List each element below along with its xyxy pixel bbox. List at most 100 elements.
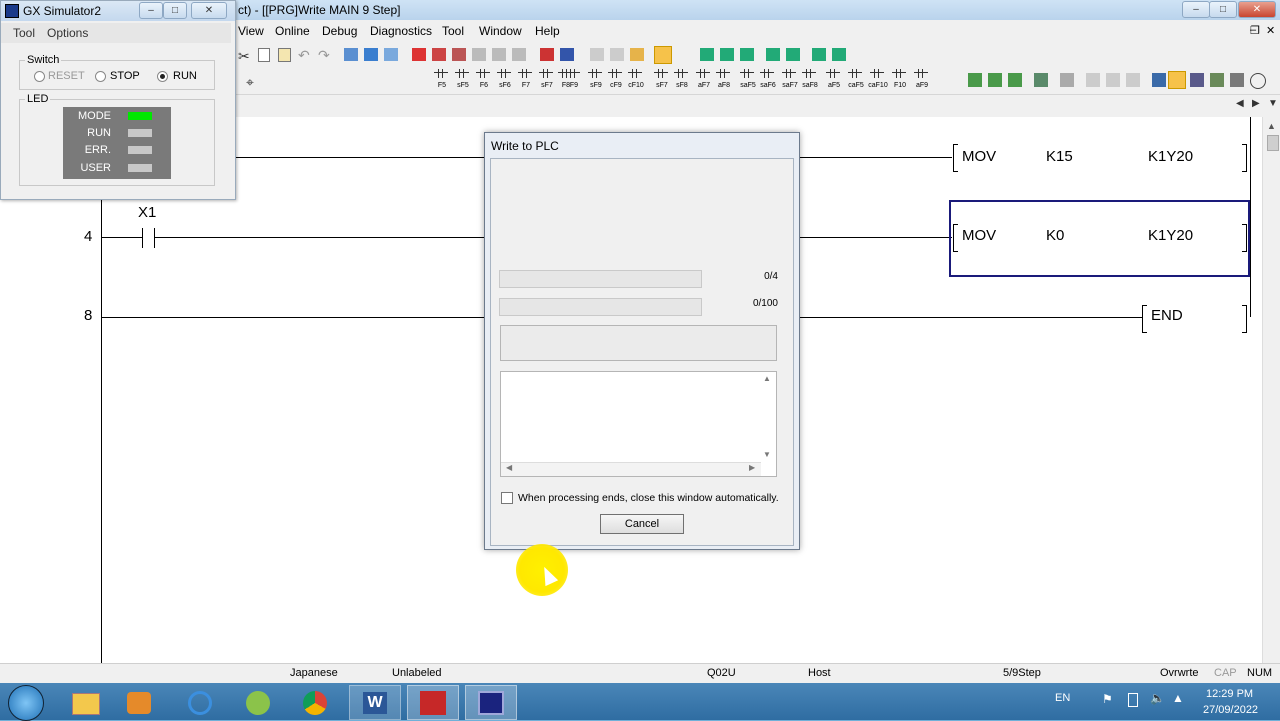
scroll-thumb[interactable] bbox=[1267, 135, 1279, 151]
instruction-src[interactable]: K15 bbox=[1046, 148, 1073, 165]
fkey-button[interactable]: caF10 bbox=[868, 69, 888, 92]
clock-time[interactable]: 12:29 PM bbox=[1206, 688, 1253, 700]
fkey-button[interactable]: saF7 bbox=[780, 69, 798, 92]
fkey-button[interactable]: F9 bbox=[564, 69, 582, 92]
log-scroll-up-icon[interactable]: ▲ bbox=[763, 374, 771, 383]
auto-close-checkbox[interactable] bbox=[501, 492, 513, 504]
taskbar-simulator[interactable] bbox=[465, 685, 517, 720]
ladder-tool-3-icon[interactable] bbox=[740, 48, 754, 61]
stop-radio[interactable] bbox=[95, 71, 106, 82]
fkey-button[interactable]: F10 bbox=[890, 69, 908, 92]
contact-label[interactable]: X1 bbox=[138, 204, 156, 221]
monitor-stop-icon[interactable] bbox=[560, 48, 574, 61]
statement-icon[interactable] bbox=[1060, 73, 1074, 87]
menu-view[interactable]: View bbox=[238, 24, 264, 38]
taskbar-gxworks[interactable] bbox=[407, 685, 459, 720]
contact-symbol[interactable] bbox=[142, 228, 143, 248]
simulator-menu-tool[interactable]: Tool bbox=[13, 26, 35, 40]
start-button[interactable] bbox=[8, 685, 44, 721]
compile-all-icon[interactable] bbox=[988, 73, 1002, 87]
plc-data-icon[interactable] bbox=[512, 48, 526, 61]
simulator-menu-options[interactable]: Options bbox=[47, 26, 88, 40]
taskbar-word[interactable]: W bbox=[349, 685, 401, 720]
mdi-close-button[interactable]: ✕ bbox=[1266, 24, 1275, 37]
flag-icon[interactable]: ⚑ bbox=[1102, 692, 1113, 706]
instruction-src[interactable]: K0 bbox=[1046, 227, 1064, 244]
zoom-out-icon[interactable] bbox=[1126, 73, 1140, 87]
simulator-close-button[interactable]: ✕ bbox=[191, 2, 227, 19]
ladder-tool-icon[interactable] bbox=[700, 48, 714, 61]
instruction-op[interactable]: MOV bbox=[962, 148, 996, 165]
tab-list-icon[interactable]: ▼ bbox=[1268, 98, 1278, 109]
fkey-button[interactable]: sF8 bbox=[672, 69, 690, 92]
search-icon[interactable] bbox=[1190, 73, 1204, 87]
log-scroll-down-icon[interactable]: ▼ bbox=[763, 450, 771, 459]
taskbar-ie[interactable] bbox=[176, 685, 226, 718]
magnifier-icon[interactable] bbox=[1250, 73, 1266, 89]
run-radio[interactable] bbox=[157, 71, 168, 82]
cancel-button[interactable]: Cancel bbox=[600, 514, 684, 534]
taskbar-chrome[interactable] bbox=[291, 685, 341, 718]
tab-scroll-left-icon[interactable]: ◀ bbox=[1236, 98, 1244, 109]
menu-debug[interactable]: Debug bbox=[322, 24, 357, 38]
taskbar-explorer[interactable] bbox=[60, 685, 110, 718]
menu-window[interactable]: Window bbox=[479, 24, 522, 38]
display-active-icon[interactable] bbox=[1168, 71, 1186, 89]
volume-icon[interactable]: 🔈 bbox=[1150, 691, 1165, 705]
log-scroll-left-icon[interactable]: ◀ bbox=[506, 463, 512, 472]
fkey-button[interactable]: cF10 bbox=[626, 69, 644, 92]
maximize-button[interactable]: □ bbox=[1209, 1, 1237, 18]
copy-icon[interactable] bbox=[258, 48, 270, 62]
mdi-restore-button[interactable]: ❐ bbox=[1250, 24, 1260, 37]
menu-tool[interactable]: Tool bbox=[442, 24, 464, 38]
log-scroll-right-icon[interactable]: ▶ bbox=[749, 463, 755, 472]
clear-plc-icon[interactable] bbox=[492, 48, 506, 61]
fkey-button[interactable]: sF9 bbox=[586, 69, 604, 92]
compile-icon[interactable] bbox=[968, 73, 982, 87]
battery-icon[interactable] bbox=[1128, 693, 1138, 707]
fkey-button[interactable]: saF5 bbox=[738, 69, 756, 92]
modify-value-icon[interactable] bbox=[630, 48, 644, 61]
vertical-scrollbar[interactable]: ▲ bbox=[1262, 117, 1280, 663]
watch-icon[interactable] bbox=[610, 48, 624, 61]
contact-symbol[interactable] bbox=[154, 228, 155, 248]
close-button[interactable]: ✕ bbox=[1238, 1, 1276, 18]
scroll-up-icon[interactable]: ▲ bbox=[1267, 121, 1276, 131]
fkey-button[interactable]: sF7 bbox=[537, 69, 555, 92]
fkey-button[interactable]: saF6 bbox=[758, 69, 776, 92]
menu-online[interactable]: Online bbox=[275, 24, 310, 38]
instruction-dst[interactable]: K1Y20 bbox=[1148, 227, 1193, 244]
cut-icon[interactable]: ✂ bbox=[238, 48, 254, 64]
menu-diagnostics[interactable]: Diagnostics bbox=[370, 24, 432, 38]
input-language[interactable]: EN bbox=[1055, 692, 1070, 704]
verify-plc-icon[interactable] bbox=[452, 48, 466, 61]
fkey-button[interactable]: sF7 bbox=[652, 69, 670, 92]
simulator-minimize-button[interactable]: – bbox=[139, 2, 163, 19]
find-icon[interactable] bbox=[384, 48, 398, 61]
minimize-button[interactable]: – bbox=[1182, 1, 1210, 18]
simulator-maximize-button[interactable]: □ bbox=[163, 2, 187, 19]
clock-date[interactable]: 27/09/2022 bbox=[1203, 704, 1258, 716]
fkey-button[interactable]: cF9 bbox=[606, 69, 624, 92]
tab-scroll-right-icon[interactable]: ▶ bbox=[1252, 98, 1260, 109]
ladder-tool-2-icon[interactable] bbox=[720, 48, 734, 61]
read-from-plc-icon[interactable] bbox=[432, 48, 446, 61]
fkey-button[interactable]: aF5 bbox=[824, 69, 842, 92]
fkey-button[interactable]: aF9 bbox=[912, 69, 930, 92]
network-icon[interactable]: ▲ bbox=[1172, 691, 1184, 705]
log-hscrollbar[interactable] bbox=[501, 462, 761, 476]
ladder-tool-5-icon[interactable] bbox=[786, 48, 800, 61]
fkey-button[interactable]: F6 bbox=[474, 69, 492, 92]
taskbar-media[interactable] bbox=[115, 685, 165, 718]
fkey-button[interactable]: saF8 bbox=[800, 69, 818, 92]
reset-radio[interactable] bbox=[34, 71, 45, 82]
ladder-tool-7-icon[interactable] bbox=[832, 48, 846, 61]
fkey-button[interactable]: F7 bbox=[516, 69, 534, 92]
redo-icon[interactable]: ↷ bbox=[318, 47, 334, 63]
end-instruction[interactable]: END bbox=[1151, 307, 1183, 324]
fkey-button[interactable]: sF5 bbox=[453, 69, 471, 92]
fkey-button[interactable]: F5 bbox=[432, 69, 450, 92]
convert-icon[interactable] bbox=[1008, 73, 1022, 87]
binoculars-icon[interactable]: ⌖ bbox=[246, 74, 262, 90]
log-list[interactable]: ▲ ▼ ◀ ▶ bbox=[500, 371, 777, 477]
